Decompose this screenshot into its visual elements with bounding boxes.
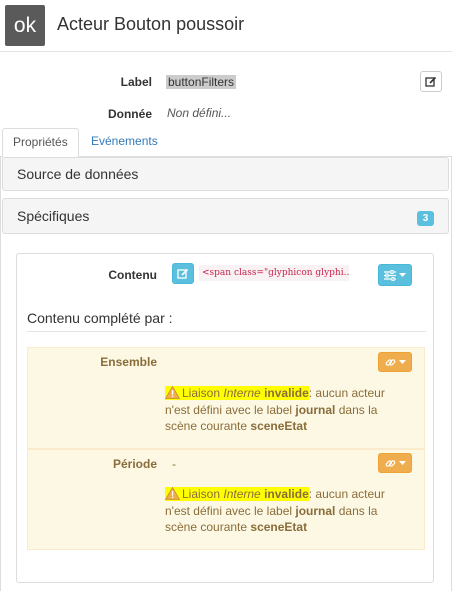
warning-highlight: Liaison Interne invalide bbox=[165, 386, 309, 400]
data-caption: Donnée bbox=[107, 107, 152, 121]
tab-evenements[interactable]: Evénements bbox=[81, 128, 168, 157]
contenu-label: Contenu bbox=[108, 268, 157, 282]
section-source-de-donnees[interactable]: Source de données bbox=[2, 157, 449, 191]
completion-label-ensemble: Ensemble bbox=[100, 355, 157, 369]
section-specifiques-title: Spécifiques bbox=[17, 208, 90, 224]
link-options-ensemble-button[interactable] bbox=[378, 352, 412, 372]
link-icon bbox=[385, 358, 395, 366]
edit-icon bbox=[425, 76, 437, 87]
label-caption: Label bbox=[120, 75, 152, 89]
page-title: Acteur Bouton poussoir bbox=[57, 14, 245, 34]
tab-proprietes[interactable]: Propriétés bbox=[2, 128, 79, 158]
edit-icon bbox=[177, 268, 189, 279]
divider bbox=[27, 331, 426, 332]
tab-bar: Propriétés Evénements bbox=[0, 128, 452, 158]
sliders-icon bbox=[384, 269, 396, 281]
edit-content-button[interactable] bbox=[172, 263, 194, 284]
completed-by-title: Contenu complété par : bbox=[27, 310, 173, 326]
content-options-dropdown[interactable] bbox=[378, 264, 412, 286]
link-icon bbox=[385, 459, 395, 467]
warning-highlight: Liaison Interne invalide bbox=[165, 487, 309, 501]
header: ok Acteur Bouton poussoir bbox=[0, 0, 452, 52]
section-source-title: Source de données bbox=[17, 166, 139, 182]
logo-badge: ok bbox=[5, 5, 45, 46]
warning-message-ensemble: Liaison Interne invalide: aucun acteur n… bbox=[165, 386, 385, 433]
warning-message-periode: Liaison Interne invalide: aucun acteur n… bbox=[165, 487, 385, 534]
completion-label-periode: Période bbox=[112, 457, 157, 471]
edit-label-button[interactable] bbox=[420, 71, 442, 92]
caret-down-icon bbox=[398, 359, 406, 364]
section-specifiques[interactable]: Spécifiques 3 bbox=[2, 198, 449, 234]
completion-value-periode: - bbox=[172, 457, 176, 471]
warning-icon bbox=[165, 487, 180, 500]
link-options-periode-button[interactable] bbox=[378, 453, 412, 473]
warning-icon bbox=[165, 386, 180, 399]
caret-down-icon bbox=[398, 460, 406, 465]
caret-down-icon bbox=[399, 272, 406, 277]
specifics-count-badge: 3 bbox=[417, 211, 434, 226]
label-value[interactable]: buttonFilters bbox=[166, 75, 237, 89]
content-code-preview: <span class="glyphicon glyphi... bbox=[199, 265, 349, 281]
data-value: Non défini... bbox=[167, 106, 232, 120]
